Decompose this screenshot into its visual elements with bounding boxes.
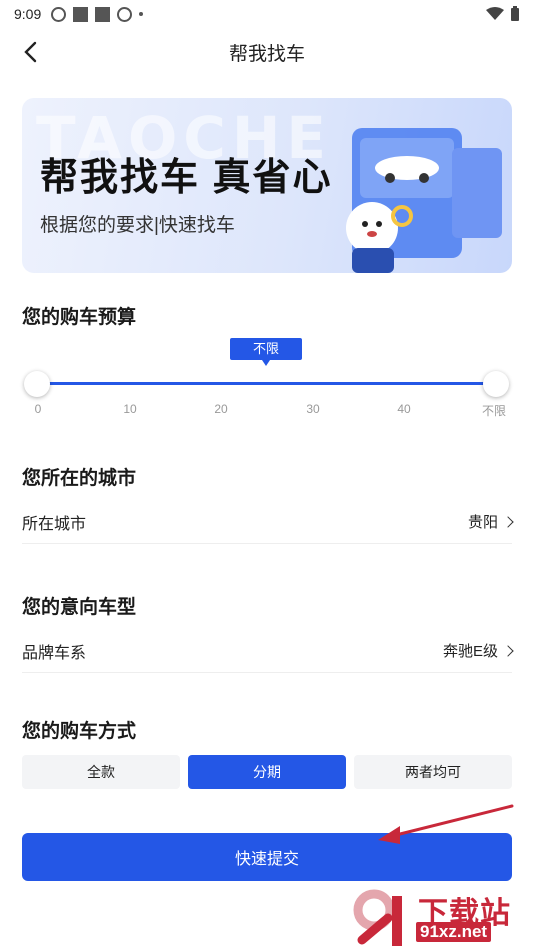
budget-section-title: 您的购车预算 — [22, 307, 137, 328]
budget-tick: 20 — [214, 402, 228, 416]
mascot-car-illustration — [346, 128, 502, 273]
purchase-option-installment[interactable]: 分期 — [188, 755, 346, 789]
banner-subtitle: 根据您的要求|快速找车 — [40, 215, 235, 236]
status-notification-icons — [51, 6, 144, 22]
budget-tick: 不限 — [481, 404, 506, 418]
purchase-section-title: 您的购车方式 — [22, 721, 137, 742]
car-model-row[interactable]: 品牌车系 奔驰E级 — [22, 629, 514, 673]
status-time: 9:09 — [14, 6, 42, 22]
city-row[interactable]: 所在城市 贵阳 — [22, 500, 514, 544]
more-notifications-icon — [139, 12, 144, 16]
city-section-title: 您所在的城市 — [22, 468, 137, 489]
notification-icon — [73, 6, 89, 22]
purchase-options: 全款 分期 两者均可 — [22, 755, 512, 789]
budget-tick: 10 — [123, 402, 137, 416]
car-model-label: 品牌车系 — [22, 644, 87, 662]
banner-title: 帮我找车 真省心 — [40, 157, 333, 199]
budget-slider-max-handle[interactable] — [483, 371, 509, 397]
budget-tick: 40 — [397, 402, 411, 416]
nav-bar: 帮我找车 — [0, 30, 534, 74]
site-watermark-logo: 下载站 91xz.net — [352, 888, 530, 948]
purchase-option-full[interactable]: 全款 — [22, 755, 180, 789]
car-model-value-group: 奔驰E级 — [442, 640, 514, 661]
city-label: 所在城市 — [22, 515, 87, 533]
budget-slider-track[interactable] — [37, 382, 497, 385]
status-right — [486, 6, 520, 22]
back-icon[interactable] — [18, 38, 46, 66]
chevron-right-icon — [502, 515, 514, 528]
notification-icon — [95, 6, 111, 22]
notification-icon — [51, 6, 67, 22]
budget-tooltip: 不限 — [230, 338, 302, 366]
car-model-section-title: 您的意向车型 — [22, 597, 137, 618]
city-value-group: 贵阳 — [467, 511, 514, 532]
watermark-sub-text: 91xz.net — [416, 922, 492, 942]
city-value: 贵阳 — [467, 514, 498, 531]
page-title: 帮我找车 — [228, 43, 305, 65]
annotation-arrow-icon — [378, 804, 514, 844]
logo-mark-icon — [353, 889, 402, 946]
purchase-option-either[interactable]: 两者均可 — [354, 755, 512, 789]
notification-icon — [117, 6, 133, 22]
status-bar: 9:09 — [0, 0, 534, 28]
budget-tick: 0 — [34, 402, 42, 416]
chevron-right-icon — [502, 644, 514, 657]
promo-banner[interactable]: TAOCHE 帮我找车 真省心 根据您的要求|快速找车 — [22, 98, 512, 273]
car-model-value: 奔驰E级 — [442, 643, 498, 660]
wifi-icon — [486, 7, 504, 20]
budget-tick: 30 — [306, 402, 320, 416]
battery-icon — [511, 6, 519, 21]
budget-slider-min-handle[interactable] — [24, 371, 50, 397]
